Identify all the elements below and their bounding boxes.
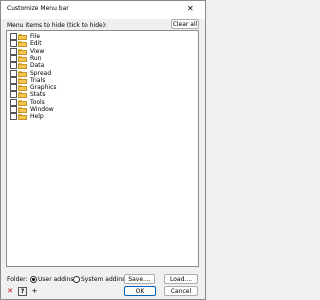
add-icon[interactable]: +	[31, 287, 38, 295]
hide-checkbox[interactable]	[10, 113, 17, 121]
help-icon[interactable]: ?	[18, 287, 27, 296]
customize-menu-bar-dialog: Customize Menu bar ✕ Menu items to hide …	[0, 0, 206, 300]
menu-item-label: File	[30, 33, 41, 40]
ok-button[interactable]: OK	[124, 286, 156, 296]
menu-item-label: Graphics	[30, 84, 57, 92]
hide-checkbox[interactable]	[10, 76, 17, 84]
folder-icon	[18, 99, 27, 106]
menu-item-label: Edit	[30, 40, 42, 48]
menu-item-label: Window	[30, 106, 54, 113]
hide-checkbox[interactable]	[10, 40, 17, 48]
hide-checkbox[interactable]	[10, 69, 17, 77]
hide-checkbox[interactable]	[10, 62, 17, 70]
folder-label: Folder:	[7, 276, 28, 283]
radio-selected-dot	[32, 278, 35, 281]
load-button[interactable]: Load....	[164, 274, 198, 284]
menu-item-label: Run	[30, 54, 42, 62]
folder-icon	[18, 34, 27, 40]
hide-checkbox[interactable]	[10, 106, 17, 113]
menu-item-label: Stats	[30, 91, 46, 99]
folder-icon	[18, 107, 27, 113]
dialog-title: Customize Menu bar	[7, 5, 69, 12]
hide-checkbox[interactable]	[10, 91, 17, 99]
save-button[interactable]: Save....	[124, 274, 155, 284]
delete-icon[interactable]: ✕	[6, 287, 14, 295]
hide-checkbox[interactable]	[10, 47, 17, 55]
hide-checkbox[interactable]	[10, 54, 17, 62]
close-icon[interactable]: ✕	[187, 4, 194, 14]
folder-icon	[18, 55, 27, 62]
menu-item-label: Spread	[30, 69, 52, 77]
menu-item-label: Tools	[30, 98, 45, 106]
system-addins-radio[interactable]	[73, 276, 80, 283]
folder-icon	[18, 92, 27, 99]
folder-icon	[18, 85, 27, 92]
hide-instructions-label: Menu items to hide (tick to hide):	[7, 22, 108, 29]
title-bar: Customize Menu bar ✕	[1, 1, 205, 19]
folder-icon	[18, 63, 27, 70]
menu-item-label: View	[30, 47, 45, 55]
system-addins-label: System addins	[81, 276, 126, 283]
menu-items-tree[interactable]: File Edit View Run Data Spread Trials Graphics S…	[6, 30, 199, 267]
cancel-button[interactable]: Cancel	[164, 286, 198, 296]
hide-checkbox[interactable]	[10, 84, 17, 92]
menu-item-label: Trials	[30, 76, 46, 84]
folder-icon	[18, 114, 27, 121]
clear-all-button[interactable]: Clear all	[171, 19, 199, 29]
folder-icon	[18, 77, 27, 84]
hide-checkbox[interactable]	[10, 98, 17, 106]
user-addins-radio[interactable]	[30, 276, 37, 283]
user-addins-label: User addins	[38, 276, 74, 283]
folder-icon	[18, 70, 27, 77]
folder-icon	[18, 41, 27, 48]
folder-icon	[18, 48, 27, 55]
menu-item-label: Help	[30, 113, 44, 121]
hide-checkbox[interactable]	[10, 33, 17, 40]
menu-item-label: Data	[30, 62, 45, 70]
